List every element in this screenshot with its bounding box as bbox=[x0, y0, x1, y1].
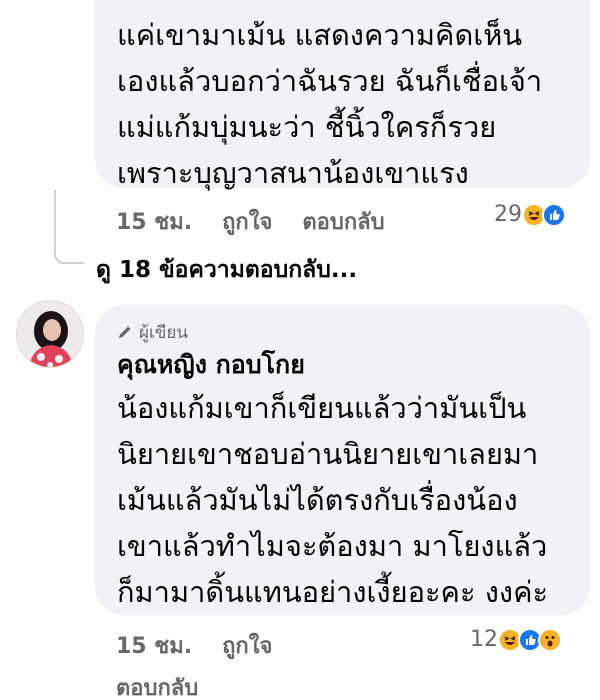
reply-link[interactable]: ตอบกลับ bbox=[116, 670, 198, 700]
comment-actions: 15 ชม. ถูกใจ ตอบกลับ bbox=[116, 204, 415, 239]
comment-actions-reply: ตอบกลับ bbox=[116, 670, 228, 700]
comment-text-line: แม่แก้มบุ่มนะว่า ชี้นิ้วใครก็รวย bbox=[117, 110, 497, 144]
comment-bubble: ผู้เขียน คุณหญิง กอบโกย น้องแก้มเขาก็เขี… bbox=[95, 305, 590, 615]
reaction-summary[interactable]: 29 bbox=[494, 202, 566, 227]
author-badge-label: ผู้เขียน bbox=[139, 322, 188, 343]
like-icon bbox=[542, 202, 566, 227]
comment-actions: 15 ชม. ถูกใจ bbox=[116, 628, 302, 663]
author-badge: ผู้เขียน bbox=[117, 319, 590, 345]
comment-text-line: เองแล้วบอกว่าฉันรวย ฉันก็เชื่อเจ้า bbox=[117, 64, 543, 98]
comment-text-line: เขาแล้วทำไมจะต้องมา มาโยงแล้ว bbox=[117, 529, 548, 563]
view-replies-link[interactable]: ดู 18 ข้อความตอบกลับ... bbox=[96, 252, 357, 288]
wow-icon bbox=[538, 627, 562, 652]
reaction-count: 29 bbox=[494, 202, 522, 227]
author-name[interactable]: คุณหญิง กอบโกย bbox=[117, 345, 590, 385]
like-link[interactable]: ถูกใจ bbox=[222, 204, 272, 239]
comment-text-line: แค่เขามาเม้น แสดงความคิดเห็น bbox=[117, 18, 523, 52]
comment-bubble: แค่เขามาเม้น แสดงความคิดเห็น เองแล้วบอกว… bbox=[95, 0, 590, 190]
comment-timestamp[interactable]: 15 ชม. bbox=[116, 628, 192, 663]
reaction-summary[interactable]: 12 bbox=[470, 627, 562, 652]
comment-timestamp[interactable]: 15 ชม. bbox=[116, 204, 192, 239]
pencil-icon bbox=[119, 326, 131, 338]
reply-link[interactable]: ตอบกลับ bbox=[302, 204, 384, 239]
reaction-count: 12 bbox=[470, 627, 498, 652]
comment-text-line: ก็มามาดิ้นแทนอย่างเงี้ยอะคะ งงค่ะ bbox=[117, 575, 549, 609]
comment-text-line: เพราะบุญวาสนาน้องเขาแรง bbox=[117, 156, 469, 190]
comment-text-line: น้องแก้มเขาก็เขียนแล้วว่ามันเป็น bbox=[117, 391, 527, 425]
avatar[interactable] bbox=[16, 300, 84, 368]
comment-text-line: เม้นแล้วมันไม่ได้ตรงกับเรื่องน้อง bbox=[117, 483, 518, 517]
thread-connector bbox=[54, 190, 84, 264]
comment-text-line: นิยายเขาชอบอ่านนิยายเขาเลยมา bbox=[117, 437, 539, 471]
like-link[interactable]: ถูกใจ bbox=[222, 628, 272, 663]
